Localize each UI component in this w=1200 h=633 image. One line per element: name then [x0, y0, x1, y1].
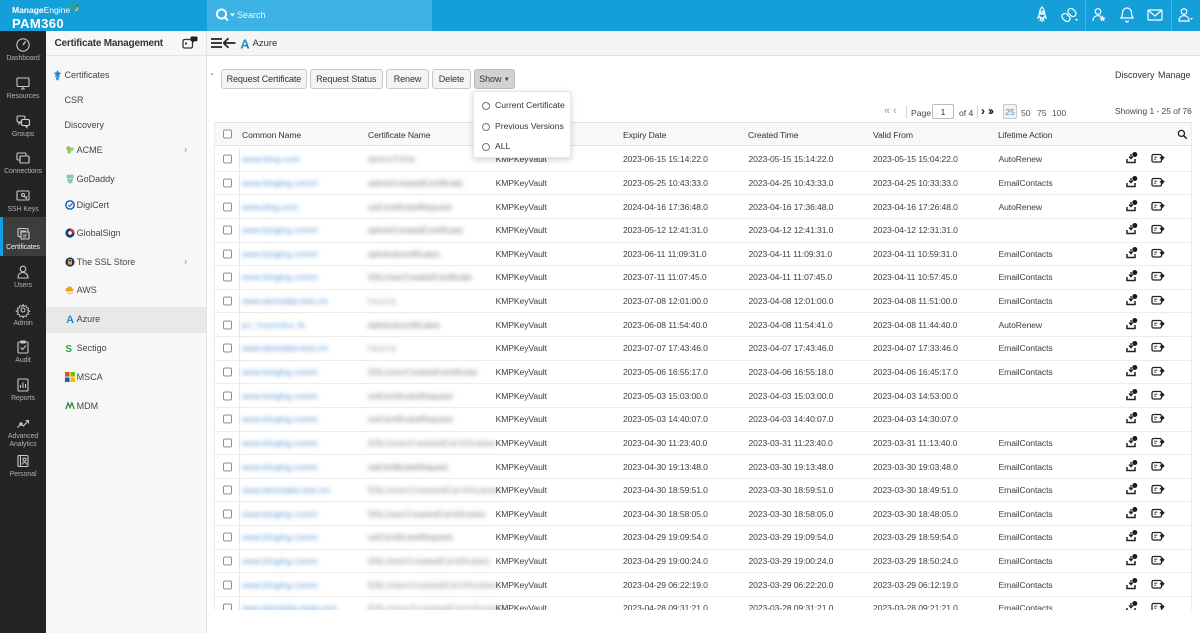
svg-text:A: A — [240, 38, 250, 50]
svg-text:S: S — [65, 344, 72, 353]
svg-text:A: A — [66, 314, 74, 324]
